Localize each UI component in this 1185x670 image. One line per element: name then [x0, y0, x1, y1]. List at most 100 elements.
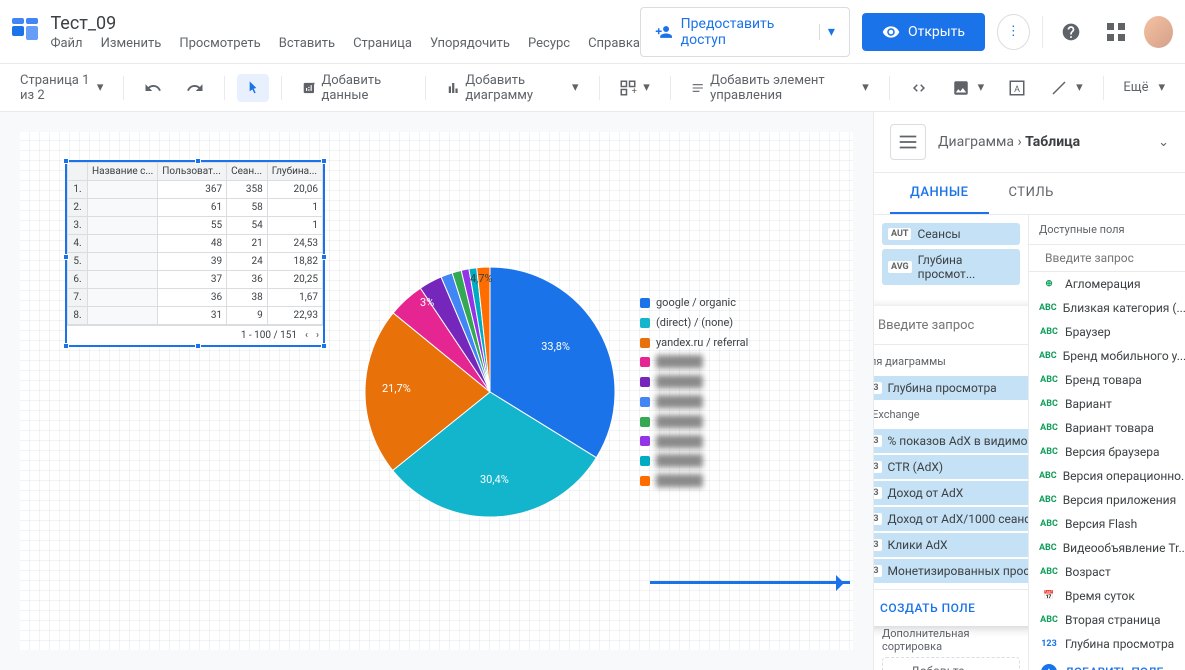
tab-style[interactable]: СТИЛЬ — [989, 173, 1074, 214]
pointer-tool[interactable] — [237, 74, 269, 102]
help-button[interactable] — [1055, 14, 1088, 50]
field-row[interactable]: ABCВозраст — [1029, 560, 1185, 584]
menu-arrange[interactable]: Упорядочить — [430, 36, 510, 51]
field-row[interactable]: ABCБренд товара — [1029, 368, 1185, 392]
menu-view[interactable]: Просмотреть — [179, 36, 260, 51]
menu-help[interactable]: Справка — [588, 36, 640, 51]
breadcrumb: Диаграмма › Таблица — [938, 134, 1146, 150]
legend-item: ██████ — [640, 352, 748, 372]
toolbar: Страница 1 из 2▾ +Добавить данные Добави… — [0, 64, 1185, 112]
menu-page[interactable]: Страница — [353, 36, 412, 51]
field-row[interactable]: ABCБлизкая категория (... — [1029, 296, 1185, 320]
table-header-row: Название с...Пользоват...Сеан...Глубина.… — [68, 163, 323, 181]
table-row[interactable]: 2.61581 — [68, 199, 323, 217]
legend-item: ██████ — [640, 412, 748, 432]
popup-field[interactable]: 123Клики AdX — [874, 533, 1029, 557]
popup-field[interactable]: 123Доход от AdX — [874, 481, 1029, 505]
toolbar-more[interactable]: Ещё▾ — [1115, 74, 1173, 101]
table-row[interactable]: 5.392418,82 — [68, 253, 323, 271]
pie-chart-widget[interactable]: 33,8% 30,4% 21,7% 4,7% 3% google / organ… — [360, 242, 880, 542]
community-icon: + — [619, 79, 637, 97]
create-field-button[interactable]: + СОЗДАТЬ ПОЛЕ — [874, 590, 1029, 626]
control-icon — [691, 79, 704, 97]
field-row[interactable]: ABCВерсия приложения — [1029, 488, 1185, 512]
more-options-button[interactable]: ⋮ — [997, 14, 1030, 50]
field-row[interactable]: ABCБраузер — [1029, 320, 1185, 344]
user-avatar[interactable] — [1144, 16, 1173, 48]
document-title[interactable]: Тест_09 — [50, 13, 640, 34]
add-sort-button[interactable]: + Добавьте сортировку — [882, 657, 1020, 670]
fields-search[interactable] — [1029, 245, 1185, 272]
add-data-button[interactable]: +Добавить данные — [294, 67, 414, 109]
image-button[interactable]: ▾ — [944, 73, 993, 103]
person-add-icon — [655, 22, 673, 42]
field-row[interactable]: 123Глубина просмотра — [1029, 632, 1185, 656]
section-label: Дополнительная сортировка — [882, 627, 1020, 653]
field-row[interactable]: ⊕Агломерация — [1029, 272, 1185, 296]
popup-search[interactable] — [874, 306, 1029, 345]
field-row[interactable]: ABCВариант товара — [1029, 416, 1185, 440]
field-row[interactable]: 📅Время суток — [1029, 584, 1185, 608]
table-row[interactable]: 1.36735820,06 — [68, 181, 323, 199]
popup-field[interactable]: 123Доход от AdX/1000 сеанс... — [874, 507, 1029, 531]
app-header: Тест_09 Файл Изменить Просмотреть Встави… — [0, 0, 1185, 64]
redo-button[interactable] — [178, 73, 212, 103]
field-row[interactable]: ABCВариант — [1029, 392, 1185, 416]
field-row[interactable]: ABCВидеообъявление Tr... — [1029, 536, 1185, 560]
svg-text:A: A — [1014, 84, 1020, 94]
prev-page-icon[interactable]: ‹ — [305, 330, 308, 341]
tab-data[interactable]: ДАННЫЕ — [890, 173, 989, 214]
popup-field[interactable]: 123% показов AdX в видимой... — [874, 429, 1029, 453]
add-chart-button[interactable]: Добавить диаграмму▾ — [438, 67, 586, 109]
table-row[interactable]: 3.55541 — [68, 217, 323, 235]
menu-file[interactable]: Файл — [50, 36, 82, 51]
add-field-button[interactable]: +ДОБАВИТЬ ПОЛЕ — [1029, 656, 1185, 670]
undo-button[interactable] — [136, 73, 170, 103]
line-icon — [1050, 79, 1068, 97]
page-indicator[interactable]: Страница 1 из 2▾ — [12, 67, 111, 109]
next-page-icon[interactable]: › — [316, 330, 319, 341]
community-viz-button[interactable]: +▾ — [611, 73, 658, 103]
line-button[interactable]: ▾ — [1042, 73, 1091, 103]
text-button[interactable]: A — [1000, 73, 1034, 103]
table-row[interactable]: 6.373620,25 — [68, 271, 323, 289]
share-dropdown-icon[interactable]: ▾ — [819, 24, 835, 40]
popup-field[interactable]: 123CTR (AdX) — [874, 455, 1029, 479]
app-logo-icon — [12, 18, 38, 46]
field-row[interactable]: ABCВерсия Flash — [1029, 512, 1185, 536]
table-row[interactable]: 7.36381,67 — [68, 289, 323, 307]
apps-button[interactable] — [1099, 14, 1132, 50]
table-widget[interactable]: Название с...Пользоват...Сеан...Глубина.… — [65, 160, 325, 347]
menu-insert[interactable]: Вставить — [279, 36, 335, 51]
table-row[interactable]: 8.31922,93 — [68, 307, 323, 325]
field-row[interactable]: ABCВторая страница — [1029, 608, 1185, 632]
redo-icon — [186, 79, 204, 97]
legend-item: yandex.ru / referral — [640, 333, 748, 353]
legend-item: ██████ — [640, 392, 748, 412]
share-button[interactable]: Предоставить доступ ▾ — [640, 7, 850, 57]
plus-icon: + — [1041, 664, 1057, 670]
popup-field[interactable]: 123Монетизированных прос — [874, 559, 1029, 583]
metric-chip[interactable]: AVGГлубина просмот... — [882, 249, 1020, 285]
field-row[interactable]: ABCБренд мобильного у... — [1029, 344, 1185, 368]
popup-section-label: Поля диаграммы — [874, 349, 1029, 374]
legend-item: ██████ — [640, 432, 748, 452]
popup-field[interactable]: 123Глубина просмотра — [874, 376, 1029, 400]
menu-resource[interactable]: Ресурс — [528, 36, 570, 51]
field-row[interactable]: ABCВерсия операционно... — [1029, 464, 1185, 488]
field-picker-popup: Поля диаграммы 123Глубина просмотра Ad E… — [874, 306, 1029, 626]
table-row[interactable]: 4.482124,53 — [68, 235, 323, 253]
popup-search-input[interactable] — [878, 318, 1029, 333]
chart-type-icon[interactable] — [890, 124, 926, 160]
collapse-icon[interactable]: ⌄ — [1158, 135, 1169, 150]
metric-chip[interactable]: AUTСеансы — [882, 223, 1020, 245]
open-button[interactable]: Открыть — [862, 13, 985, 51]
canvas[interactable]: Название с...Пользоват...Сеан...Глубина.… — [0, 112, 873, 670]
add-control-button[interactable]: Добавить элемент управления▾ — [683, 67, 877, 109]
embed-button[interactable] — [902, 75, 936, 101]
fields-search-input[interactable] — [1045, 251, 1185, 265]
menu-edit[interactable]: Изменить — [101, 36, 162, 51]
table-pagination[interactable]: 1 - 100 / 151 ‹ › — [67, 325, 323, 345]
code-icon — [910, 81, 928, 95]
field-row[interactable]: ABCВерсия браузера — [1029, 440, 1185, 464]
